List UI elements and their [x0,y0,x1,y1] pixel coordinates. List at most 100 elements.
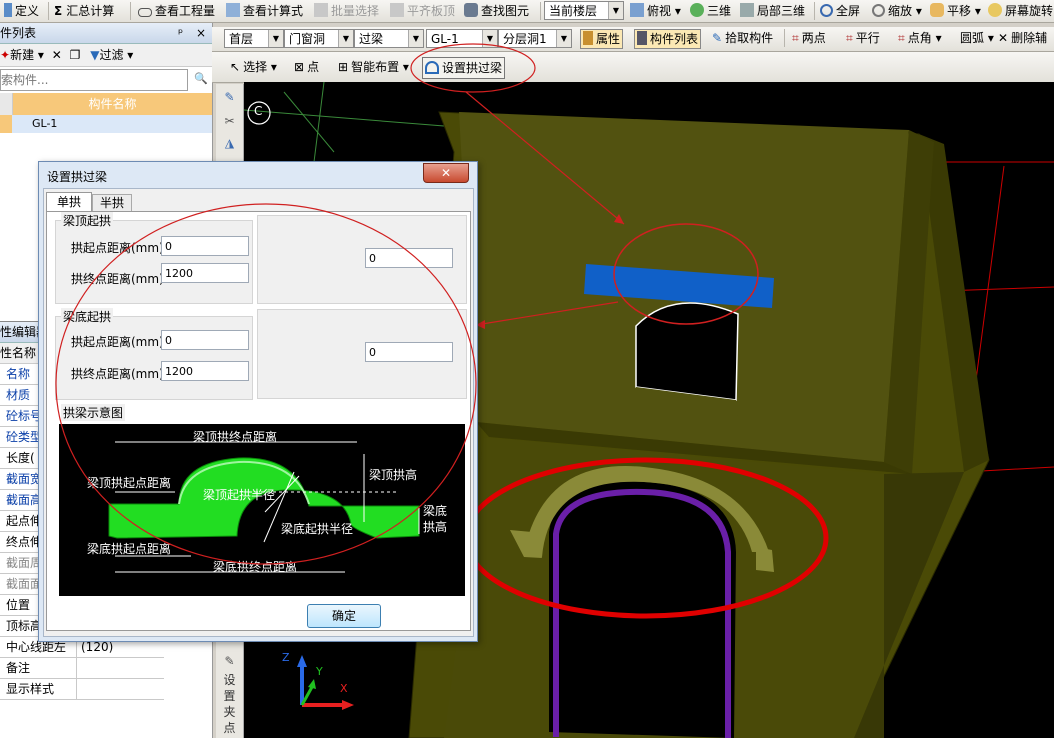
arch-diagram: 梁顶拱终点距离 梁顶拱起点距离 梁顶起拱半径 梁顶拱高 梁底起拱半径 梁底 拱高… [59,424,465,596]
align-slab-button[interactable]: 平齐板顶 [388,2,457,20]
set-grip-point-label[interactable]: 设 置 夹 点 [216,672,243,736]
arc-button[interactable]: 圆弧 ▾ [958,29,996,47]
zoom-button[interactable]: 缩放 ▾ [870,2,924,20]
set-arch-lintel-button[interactable]: 设置拱过梁 [422,57,506,79]
axis-c-label: C [254,104,263,118]
list-icon [637,31,647,45]
tab-single-arch[interactable]: 单拱 [46,192,92,212]
property-row[interactable]: 显示样式 [0,679,164,700]
axes-gizmo [297,655,354,710]
point-angle-button[interactable]: ⌗ 点角 ▾ [896,29,944,47]
chevron-down-icon: ▼ [556,30,571,47]
top-arch-group [55,220,253,304]
search-input[interactable]: 索构件... [0,69,188,91]
property-row[interactable]: 备注 [0,658,164,679]
binoculars-icon [464,3,478,17]
top-height-input[interactable]: 0 [365,248,453,268]
draw-toolbar: ↖ 选择 ▾ ⊠ 点 ⊞ 智能布置 ▾ 设置拱过梁 [212,52,1054,83]
select-button[interactable]: ↖ 选择 ▾ [228,58,279,76]
properties-button[interactable]: 属性 [580,29,624,49]
new-icon: ✦ [0,48,11,62]
parallel-button[interactable]: ⌗ 平行 [844,29,882,47]
top-end-input[interactable]: 1200 [161,263,249,283]
local-3d-button[interactable]: 局部三维 [738,2,807,20]
summary-button[interactable]: Σ 汇总计算 [52,2,116,20]
zoom-icon [872,4,885,17]
tab-half-arch[interactable]: 半拱 [92,194,132,212]
smart-place-button[interactable]: ⊞ 智能布置 ▾ [336,58,411,76]
ok-button[interactable]: 确定 [307,604,381,628]
close-icon[interactable]: × [196,23,206,43]
axis-y-label: Y [316,665,323,678]
top-start-input[interactable]: 0 [161,236,249,256]
pick-component-button[interactable]: ✎ 拾取构件 [710,29,775,47]
type-combo[interactable]: 过梁 ▼ [354,29,424,48]
two-points-icon: ⌗ [792,31,799,45]
table-row[interactable]: GL-1 [0,115,212,133]
align-slab-icon [390,3,404,17]
property-value[interactable] [77,679,81,699]
batch-select-button[interactable]: 批量选择 [312,2,381,20]
filter-button[interactable]: ▼过滤 ▾ [90,48,133,62]
category-combo[interactable]: 门窗洞 ▼ [284,29,354,48]
pin-icon[interactable]: ᵖ [178,23,183,43]
point-button[interactable]: ⊠ 点 [292,58,321,76]
calculator-icon [226,3,240,17]
bottom-end-input[interactable]: 1200 [161,361,249,381]
axis-x-label: X [340,682,348,695]
property-name: 显示样式 [0,679,77,699]
rotate-icon [988,3,1002,17]
sublayer-combo[interactable]: 分层洞1 ▼ [498,29,572,48]
element-combo[interactable]: GL-1 ▼ [426,29,498,48]
dialog-title: 设置拱过梁 [47,170,108,184]
sigma-icon: Σ [54,4,63,18]
label-top-end: 梁顶拱终点距离 [193,430,278,444]
cursor-icon: ↖ [230,60,241,74]
axis-z-label: Z [282,651,290,664]
settings-grip-icon[interactable]: ✎ [216,654,243,668]
rotate-button[interactable]: 屏幕旋转 [986,2,1054,20]
find-element-button[interactable]: 查找图元 [462,2,531,20]
top-view-button[interactable]: 俯视 ▾ [628,2,683,20]
floor-combo[interactable]: 首层 ▼ [224,29,284,48]
delete-aux-button[interactable]: ✕ 删除辅 [996,29,1049,47]
three-d-button[interactable]: 三维 [688,2,733,20]
property-value[interactable] [77,658,81,678]
mirror-icon[interactable]: ◮ [216,136,243,150]
bottom-start-label: 拱起点距离(mm) [71,335,164,349]
bottom-height-input[interactable]: 0 [365,342,453,362]
floor-selector[interactable]: 当前楼层 ▼ [544,1,624,20]
new-button[interactable]: ✦新建 ▾ [0,48,44,62]
delete-icon[interactable]: ✕ [52,48,62,62]
diagram-group-title: 拱梁示意图 [61,404,126,421]
view-quantity-button[interactable]: 查看工程量 [136,2,217,20]
two-points-button[interactable]: ⌗ 两点 [790,29,828,47]
chevron-down-icon: ▼ [268,30,283,47]
view-formula-button[interactable]: 查看计算式 [224,2,305,20]
copy-icon[interactable]: ❐ [70,48,81,62]
label-bottom-end: 梁底拱终点距离 [213,560,298,574]
scissors-icon[interactable]: ✂ [216,114,243,128]
top-arch-group-title: 梁顶起拱 [61,212,114,229]
dialog-close-button[interactable]: ✕ [423,163,469,183]
dialog-body: 单拱 半拱 梁顶起拱 拱起点距离(mm) 0 拱终点距离(mm) 1200 0 … [43,188,474,637]
label-bottom-height-2: 拱高 [423,520,448,534]
brush-icon[interactable]: ✎ [216,90,243,104]
chevron-down-icon: ▼ [482,30,497,47]
pan-button[interactable]: 平移 ▾ [928,2,983,20]
search-button[interactable]: 🔍 [192,69,210,89]
label-bottom-radius: 梁底起拱半径 [281,522,354,536]
smart-place-icon: ⊞ [338,60,349,74]
bottom-arch-group-title: 梁底起拱 [61,308,114,325]
component-list-button[interactable]: 构件列表 [634,29,702,49]
component-list-toolbar: ✦新建 ▾ ✕ ❐ ▼过滤 ▾ [0,44,212,67]
point-angle-icon: ⌗ [898,31,905,45]
fullscreen-button[interactable]: 全屏 [818,2,862,20]
pick-icon: ✎ [712,31,723,45]
main-toolbar: 定义 Σ 汇总计算 查看工程量 查看计算式 批量选择 平齐板顶 查找图元 当前楼层… [0,0,1054,23]
bottom-start-input[interactable]: 0 [161,330,249,350]
chevron-down-icon: ▼ [338,30,353,47]
define-button[interactable]: 定义 [2,2,41,20]
label-bottom-height-1: 梁底 [423,504,448,518]
arch-lintel-dialog: 设置拱过梁 ✕ 单拱 半拱 梁顶起拱 拱起点距离(mm) 0 拱终点距离(mm)… [38,161,478,642]
